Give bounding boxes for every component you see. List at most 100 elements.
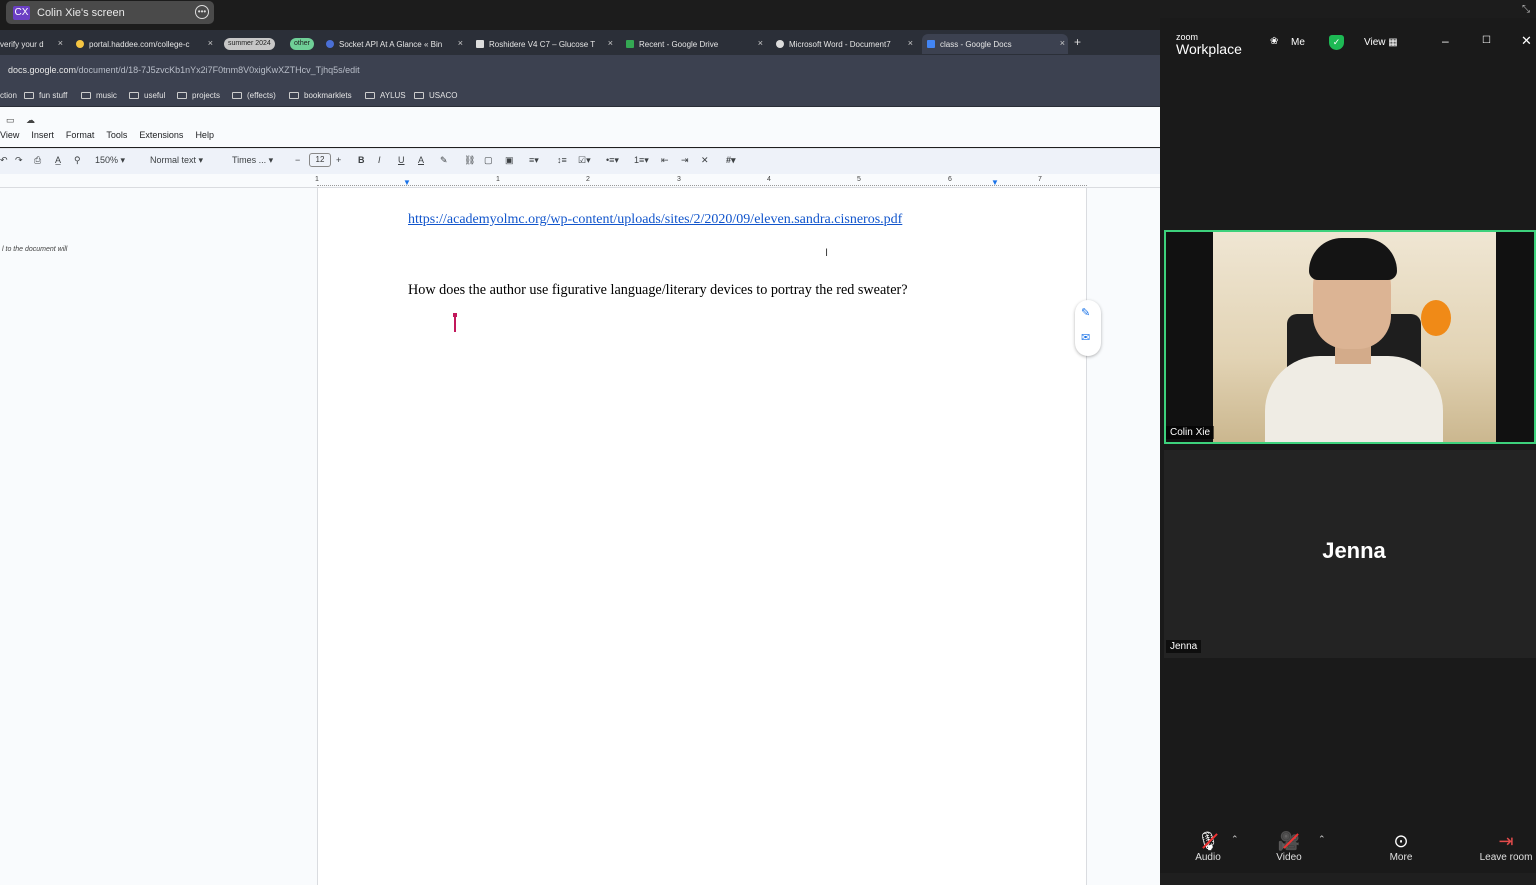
redo-icon[interactable]: ↷ xyxy=(15,155,23,166)
spellcheck-icon[interactable]: A̲ xyxy=(55,155,61,165)
security-shield-icon[interactable]: ✓ xyxy=(1329,35,1344,50)
print-icon[interactable]: ⎙ xyxy=(34,155,41,166)
paw-icon[interactable]: ❀ xyxy=(1270,36,1278,47)
move-folder-icon[interactable]: ▭ xyxy=(6,115,15,126)
audio-options-icon[interactable]: ⌃ xyxy=(1231,834,1239,845)
bookmark-label: useful xyxy=(144,91,166,100)
right-indent-marker-icon[interactable]: ▼ xyxy=(991,178,999,187)
maximize-icon[interactable]: ☐ xyxy=(1482,35,1491,46)
paint-format-icon[interactable]: ⚲ xyxy=(74,155,81,166)
ruler-number: 1 xyxy=(315,176,319,183)
bookmark-label: AYLUS xyxy=(380,91,406,100)
video-button[interactable]: 🎥 Video xyxy=(1259,830,1319,863)
tab-class-docs[interactable]: class - Google Docs × xyxy=(922,34,1068,54)
tab-group-summer[interactable]: summer 2024 xyxy=(224,38,275,50)
bookmarks-bar xyxy=(0,85,1160,107)
new-tab-icon[interactable]: + xyxy=(1074,35,1081,49)
bookmark-bookmarklets[interactable]: bookmarklets xyxy=(289,91,352,100)
bookmark-music[interactable]: music xyxy=(81,91,117,100)
ellipsis-icon[interactable]: ••• xyxy=(195,5,209,19)
menu-view[interactable]: View xyxy=(0,130,19,140)
leave-room-button[interactable]: ⇥ Leave room xyxy=(1476,830,1536,863)
menu-format[interactable]: Format xyxy=(66,130,95,140)
close-icon[interactable]: × xyxy=(758,38,763,48)
edit-suggest-icon[interactable]: ✎ xyxy=(1081,306,1090,319)
decrease-font-icon[interactable]: − xyxy=(295,155,300,165)
tab-group-other[interactable]: other xyxy=(290,38,314,50)
folder-icon xyxy=(24,92,34,99)
table-icon[interactable]: #▾ xyxy=(726,155,736,166)
ruler-number: 4 xyxy=(767,176,771,183)
close-icon[interactable]: × xyxy=(58,38,63,48)
tab-google-drive[interactable]: Recent - Google Drive × xyxy=(626,34,766,54)
zoom-select[interactable]: 150% ▾ xyxy=(95,155,125,166)
tab-socket-api[interactable]: Socket API At A Glance « Bin × xyxy=(326,34,466,54)
close-icon[interactable]: × xyxy=(208,38,213,48)
comment-icon[interactable]: ▢ xyxy=(484,155,493,166)
undo-icon[interactable]: ↶ xyxy=(0,155,8,166)
line-spacing-icon[interactable]: ↕≡ xyxy=(557,155,567,165)
close-icon[interactable]: × xyxy=(908,38,913,48)
folder-icon xyxy=(81,92,91,99)
link-icon[interactable]: ⛓ xyxy=(464,155,475,166)
document-link[interactable]: https://academyolmc.org/wp-content/uploa… xyxy=(408,212,902,228)
tab-portal[interactable]: portal.haddee.com/college-c × xyxy=(76,34,216,54)
font-select[interactable]: Times ... ▾ xyxy=(232,155,273,166)
indent-marker-icon[interactable]: ▼ xyxy=(403,178,411,187)
cloud-icon[interactable]: ☁ xyxy=(26,115,35,126)
leave-icon: ⇥ xyxy=(1498,831,1514,851)
checklist-icon[interactable]: ☑▾ xyxy=(578,155,591,166)
more-button[interactable]: ⊙ More xyxy=(1371,830,1431,863)
close-icon[interactable]: × xyxy=(458,38,463,48)
me-button[interactable]: Me xyxy=(1291,37,1305,48)
menu-extensions[interactable]: Extensions xyxy=(139,130,183,140)
menu-insert[interactable]: Insert xyxy=(31,130,54,140)
bookmark-ction[interactable]: ction xyxy=(0,91,17,100)
tab-word-document[interactable]: Microsoft Word - Document7 × xyxy=(776,34,916,54)
align-icon[interactable]: ≡▾ xyxy=(529,155,539,166)
text-color-icon[interactable]: A xyxy=(418,155,424,165)
italic-icon[interactable]: I xyxy=(378,155,381,165)
font-size-input[interactable]: 12 xyxy=(309,153,331,167)
highlight-icon[interactable]: ✎ xyxy=(440,155,448,166)
bookmark-usaco[interactable]: USACO xyxy=(414,91,457,100)
bookmark-projects[interactable]: projects xyxy=(177,91,220,100)
bookmark-useful[interactable]: useful xyxy=(129,91,165,100)
participant-name-jenna: Jenna xyxy=(1166,640,1202,653)
underline-icon[interactable]: U xyxy=(398,155,405,165)
bulleted-list-icon[interactable]: •≡▾ xyxy=(606,155,619,166)
numbered-list-icon[interactable]: 1≡▾ xyxy=(634,155,649,166)
bookmark-fun-stuff[interactable]: fun stuff xyxy=(24,91,67,100)
close-icon[interactable]: × xyxy=(608,38,613,48)
decrease-indent-icon[interactable]: ⇤ xyxy=(661,155,669,166)
bookmark-label: projects xyxy=(192,91,221,100)
view-button[interactable]: View ▦ xyxy=(1364,37,1398,48)
bold-icon[interactable]: B xyxy=(358,155,365,165)
close-window-icon[interactable]: ✕ xyxy=(1521,33,1532,49)
tab-verify[interactable]: verify your d × xyxy=(0,34,66,54)
video-options-icon[interactable]: ⌃ xyxy=(1318,834,1326,845)
zoom-window xyxy=(1160,18,1536,873)
style-select[interactable]: Normal text ▾ xyxy=(150,155,203,166)
collapse-icon[interactable]: ⤡ xyxy=(1522,4,1530,15)
tab-roshidere[interactable]: Roshidere V4 C7 – Glucose T × xyxy=(476,34,616,54)
outline-note: l to the document will xyxy=(2,246,68,253)
image-icon[interactable]: ▣ xyxy=(505,155,514,166)
audio-button[interactable]: 🎙 Audio xyxy=(1178,830,1238,863)
increase-font-icon[interactable]: + xyxy=(336,155,341,165)
url-text[interactable]: docs.google.com/document/d/18-7J5zvcKb1n… xyxy=(8,65,360,75)
minimize-icon[interactable]: – xyxy=(1442,34,1449,48)
close-icon[interactable]: × xyxy=(1060,38,1065,48)
add-comment-icon[interactable]: ✉ xyxy=(1081,331,1090,344)
clear-format-icon[interactable]: ✕ xyxy=(701,155,709,166)
circle-icon xyxy=(76,40,84,48)
screen-share-pill[interactable]: CX Colin Xie's screen ••• xyxy=(6,1,214,24)
ruler-number: 7 xyxy=(1038,176,1042,183)
audio-label: Audio xyxy=(1195,852,1221,863)
menu-tools[interactable]: Tools xyxy=(106,130,127,140)
menu-help[interactable]: Help xyxy=(195,130,214,140)
document-question[interactable]: How does the author use figurative langu… xyxy=(408,282,908,299)
bookmark-effects[interactable]: (effects) xyxy=(232,91,276,100)
increase-indent-icon[interactable]: ⇥ xyxy=(681,155,689,166)
bookmark-aylus[interactable]: AYLUS xyxy=(365,91,406,100)
